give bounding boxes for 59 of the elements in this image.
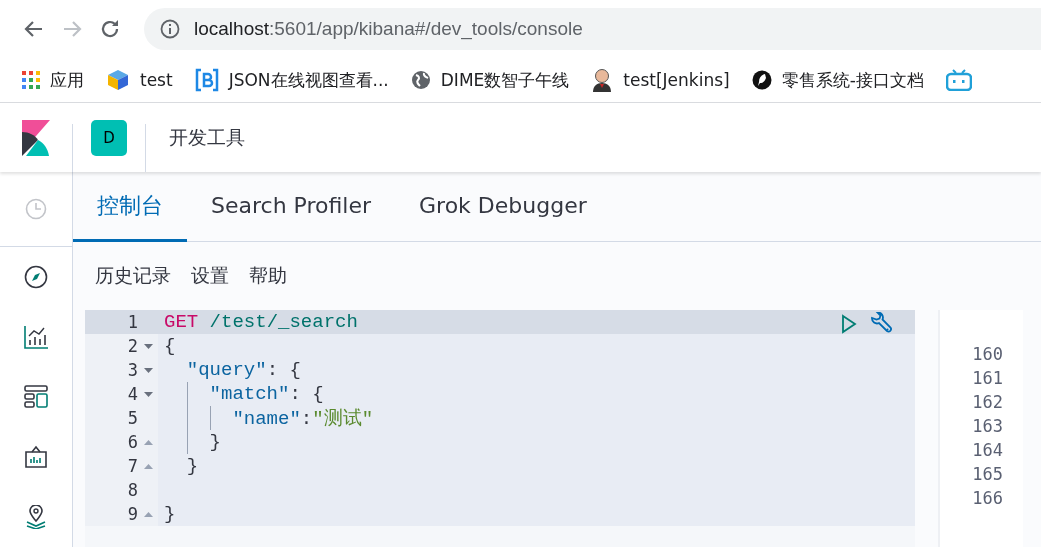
- code-line: }: [185, 455, 199, 477]
- canvas-icon[interactable]: [24, 445, 48, 469]
- logo-icon[interactable]: [22, 119, 50, 156]
- breadcrumb-title: 开发工具: [169, 124, 245, 150]
- tab[interactable]: Grok Debugger: [395, 172, 611, 242]
- line-number: 164: [972, 439, 1003, 462]
- tv-icon[interactable]: [945, 69, 972, 91]
- fold-caret-icon[interactable]: [143, 343, 153, 349]
- dashboard-icon[interactable]: [24, 385, 48, 409]
- url-text: localhost:5601/app/kibana#/dev_tools/console: [194, 18, 583, 40]
- line-number: 7: [127, 456, 138, 476]
- code-line: }: [208, 431, 221, 453]
- feather-icon[interactable]: [751, 70, 772, 90]
- line-number: 4: [127, 384, 138, 404]
- line-number: 166: [972, 487, 1003, 510]
- line-number: 8: [127, 480, 138, 500]
- info-icon[interactable]: [160, 19, 180, 39]
- line-number: 5: [127, 408, 138, 428]
- menu-link[interactable]: 历史记录: [95, 263, 171, 289]
- line-number: 162: [972, 391, 1003, 414]
- code-line: }: [164, 503, 176, 525]
- map-pin-icon[interactable]: [24, 505, 48, 529]
- line-number: 1: [127, 312, 138, 332]
- line-number: 165: [972, 463, 1003, 486]
- fold-caret-icon[interactable]: [143, 367, 153, 373]
- wrench-icon[interactable]: [869, 312, 893, 336]
- fold-caret-icon[interactable]: [143, 391, 153, 397]
- bookmark-link[interactable]: JSON在线视图查看...: [228, 68, 389, 92]
- cube-icon[interactable]: [106, 69, 130, 91]
- code-line: "query": {: [185, 359, 301, 381]
- space-avatar[interactable]: D: [91, 119, 127, 156]
- line-number: 160: [972, 343, 1003, 366]
- code-line: {: [164, 335, 176, 357]
- code-line: "match": {: [208, 383, 324, 405]
- line-number: 3: [127, 360, 138, 380]
- menu-link[interactable]: 帮助: [249, 263, 287, 289]
- menu-link[interactable]: 设置: [191, 263, 229, 289]
- bookmark-link[interactable]: DIME数智子午线: [440, 68, 570, 92]
- apps-grid-icon[interactable]: [22, 71, 40, 89]
- line-number: 161: [972, 367, 1003, 390]
- bracket-b-icon[interactable]: [194, 68, 219, 92]
- globe-icon[interactable]: [410, 70, 431, 90]
- code-line: GET /test/_search: [164, 311, 358, 333]
- address-bar[interactable]: localhost:5601/app/kibana#/dev_tools/console: [144, 8, 1041, 50]
- tab[interactable]: Search Profiler: [187, 172, 396, 242]
- line-number: 2: [127, 336, 138, 356]
- play-icon[interactable]: [841, 314, 857, 334]
- line-chart-icon[interactable]: [24, 325, 48, 349]
- tab[interactable]: 控制台: [73, 172, 187, 242]
- line-number: 6: [127, 432, 138, 452]
- bookmark-link[interactable]: test: [140, 70, 173, 90]
- bookmark-link[interactable]: 零售系统-接口文档: [781, 68, 924, 92]
- line-number: 9: [127, 504, 138, 524]
- code-line: "name":"测试": [231, 407, 374, 431]
- bookmark-link[interactable]: test[Jenkins]: [623, 70, 730, 90]
- line-number: 163: [972, 415, 1003, 438]
- avatar-icon[interactable]: [591, 68, 614, 92]
- bookmark-link[interactable]: 应用: [50, 68, 84, 92]
- compass-icon[interactable]: [24, 265, 48, 289]
